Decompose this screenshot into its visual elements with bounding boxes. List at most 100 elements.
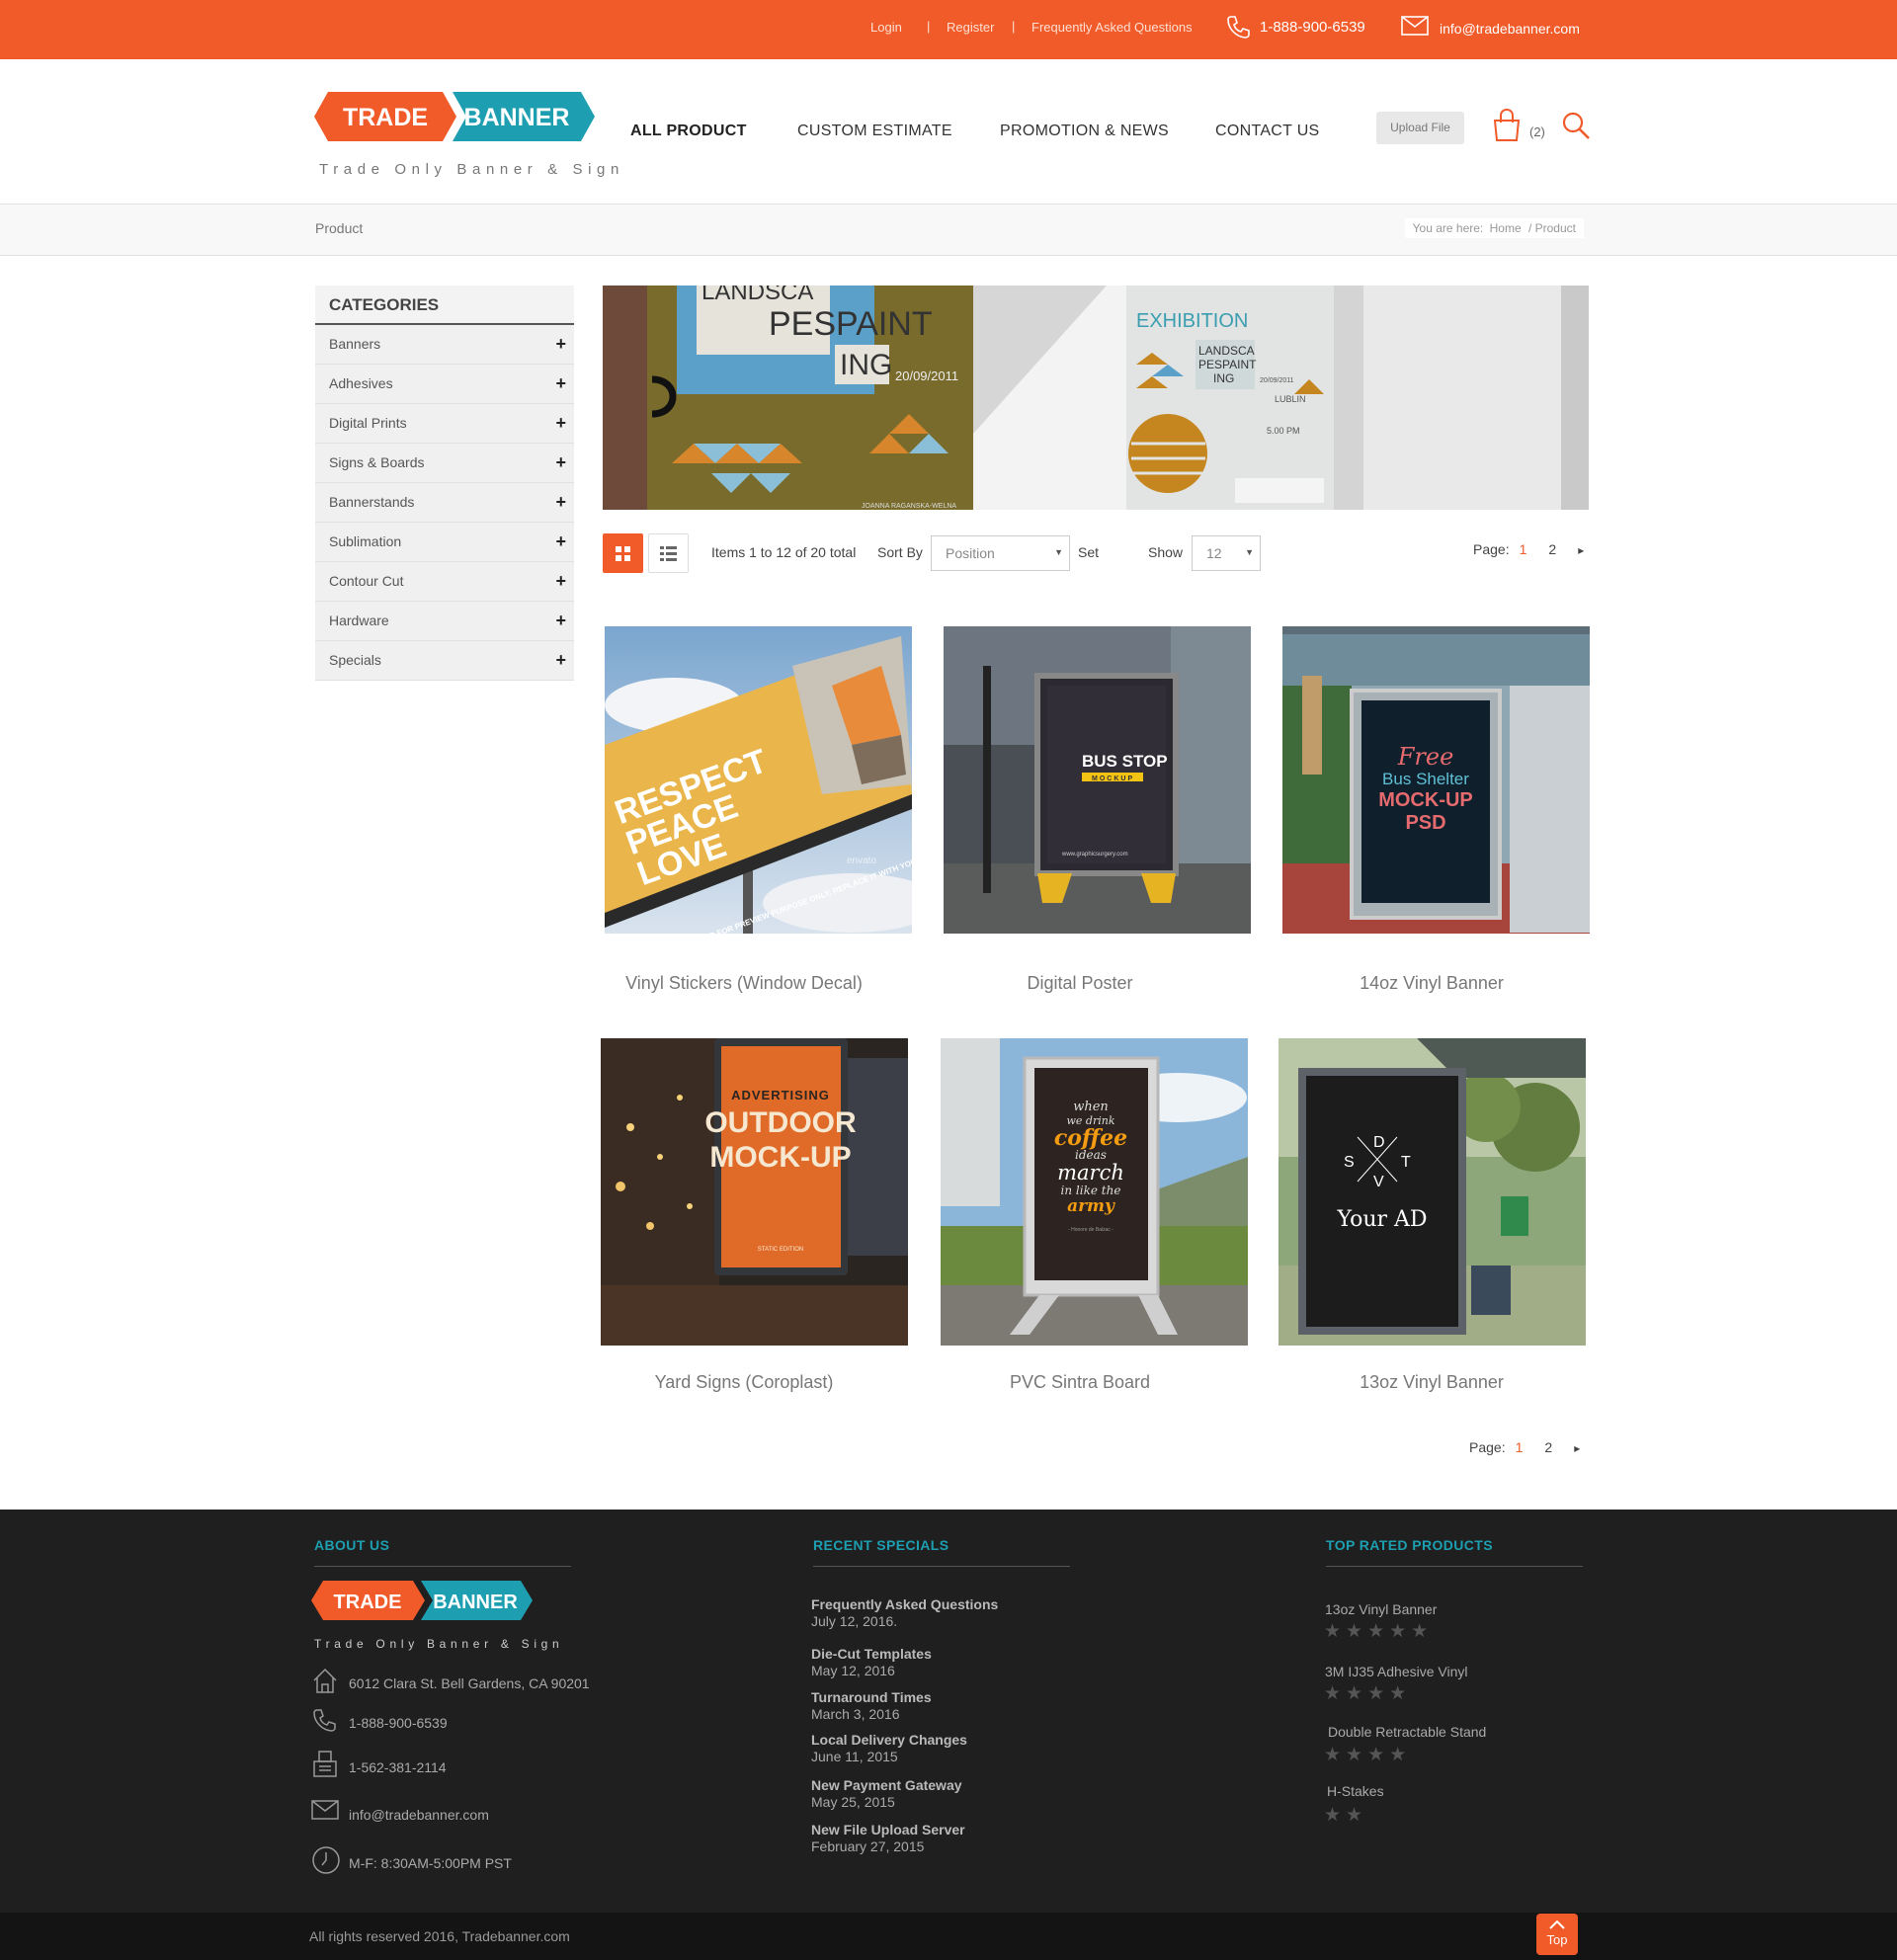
category-digital-prints[interactable]: Digital Prints + bbox=[315, 404, 574, 444]
special-title[interactable]: New File Upload Server bbox=[811, 1822, 965, 1838]
footer-email[interactable]: info@tradebanner.com bbox=[349, 1807, 489, 1823]
upload-file-button[interactable]: Upload File bbox=[1376, 112, 1464, 144]
ad-text: when bbox=[1073, 1100, 1109, 1114]
product-image-13oz-vinyl[interactable]: D S T V Your AD bbox=[1278, 1038, 1586, 1346]
product-name[interactable]: 13oz Vinyl Banner bbox=[1274, 1372, 1590, 1393]
footer-hours: M-F: 8:30AM-5:00PM PST bbox=[349, 1855, 512, 1871]
cart-count[interactable]: (2) bbox=[1529, 124, 1545, 139]
product-name[interactable]: PVC Sintra Board bbox=[922, 1372, 1238, 1393]
product-name[interactable]: Yard Signs (Coroplast) bbox=[586, 1372, 902, 1393]
divider bbox=[1326, 1566, 1583, 1567]
expand-icon[interactable]: + bbox=[555, 483, 566, 521]
poster-text: 20/09/2011 bbox=[1260, 377, 1294, 384]
expand-icon[interactable]: + bbox=[555, 562, 566, 600]
ad-text: - Honore de Balzac - bbox=[1068, 1227, 1113, 1233]
product-name[interactable]: 14oz Vinyl Banner bbox=[1274, 973, 1590, 994]
category-banners[interactable]: Banners + bbox=[315, 325, 574, 365]
special-title[interactable]: New Payment Gateway bbox=[811, 1777, 962, 1793]
expand-icon[interactable]: + bbox=[555, 365, 566, 402]
cart-icon[interactable] bbox=[1492, 109, 1522, 142]
categories-sidebar: CATEGORIES Banners + Adhesives + Digital P… bbox=[315, 286, 574, 681]
expand-icon[interactable]: + bbox=[555, 325, 566, 363]
ad-text: T bbox=[1401, 1154, 1411, 1171]
product-name[interactable]: Digital Poster bbox=[922, 973, 1238, 994]
set-direction-link[interactable]: Set bbox=[1078, 544, 1099, 560]
next-page-icon[interactable]: ▸ bbox=[1574, 1441, 1580, 1455]
rated-product-name[interactable]: 3M IJ35 Adhesive Vinyl bbox=[1325, 1664, 1468, 1679]
clock-icon bbox=[312, 1846, 340, 1874]
footer-logo[interactable]: TRADE BANNER bbox=[311, 1581, 538, 1628]
next-page-icon[interactable]: ▸ bbox=[1578, 543, 1584, 557]
breadcrumb: You are here: Home / Product bbox=[1404, 218, 1584, 238]
copyright-text: All rights reserved 2016, Tradebanner.co… bbox=[309, 1928, 570, 1944]
ad-text: MOCK-UP bbox=[709, 1141, 851, 1174]
search-icon[interactable] bbox=[1561, 111, 1591, 140]
category-label: Banners bbox=[329, 336, 381, 352]
product-name[interactable]: Vinyl Stickers (Window Decal) bbox=[586, 973, 902, 994]
category-hardware[interactable]: Hardware + bbox=[315, 602, 574, 641]
special-date: March 3, 2016 bbox=[811, 1706, 900, 1722]
footer-phone[interactable]: 1-888-900-6539 bbox=[349, 1715, 448, 1731]
category-contour-cut[interactable]: Contour Cut + bbox=[315, 562, 574, 602]
rated-product-name[interactable]: H-Stakes bbox=[1327, 1783, 1384, 1799]
rated-product-name[interactable]: Double Retractable Stand bbox=[1328, 1724, 1486, 1740]
ad-text: V bbox=[1373, 1174, 1384, 1190]
special-title[interactable]: Turnaround Times bbox=[811, 1689, 932, 1705]
poster-text: EXHIBITION bbox=[1136, 310, 1248, 332]
expand-icon[interactable]: + bbox=[555, 602, 566, 639]
nav-contact-us[interactable]: CONTACT US bbox=[1215, 122, 1320, 140]
expand-icon[interactable]: + bbox=[555, 404, 566, 442]
product-image-14oz-vinyl[interactable]: Free Bus Shelter MOCK-UP PSD bbox=[1282, 626, 1590, 934]
product-image-vinyl-stickers[interactable]: RESPECT PEACE LOVE THIS IS EXAMPLE AD FO… bbox=[605, 626, 912, 934]
page-1-link[interactable]: 1 bbox=[1516, 1439, 1524, 1455]
grid-view-button[interactable] bbox=[603, 533, 643, 573]
expand-icon[interactable]: + bbox=[555, 444, 566, 481]
ad-text: MOCKUP bbox=[1092, 776, 1134, 782]
page-1-link[interactable]: 1 bbox=[1520, 541, 1527, 557]
sort-select[interactable]: Position ▼ bbox=[931, 535, 1070, 571]
category-signs-boards[interactable]: Signs & Boards + bbox=[315, 444, 574, 483]
category-label: Contour Cut bbox=[329, 573, 404, 589]
special-date: June 11, 2015 bbox=[811, 1749, 898, 1764]
expand-icon[interactable]: + bbox=[555, 641, 566, 679]
nav-promotion-news[interactable]: PROMOTION & NEWS bbox=[1000, 122, 1169, 140]
page-label: Page: bbox=[1469, 1439, 1506, 1455]
product-image-yard-signs[interactable]: ADVERTISING OUTDOOR MOCK-UP STATIC EDITI… bbox=[601, 1038, 908, 1346]
show-limit-value: 12 bbox=[1206, 545, 1222, 561]
category-label: Sublimation bbox=[329, 533, 402, 549]
special-title[interactable]: Frequently Asked Questions bbox=[811, 1596, 998, 1612]
category-sublimation[interactable]: Sublimation + bbox=[315, 523, 574, 562]
ad-text: D bbox=[1373, 1134, 1385, 1151]
register-link[interactable]: Register bbox=[947, 20, 994, 35]
login-link[interactable]: Login bbox=[870, 20, 902, 35]
site-header: TRADE BANNER Trade Only Banner & Sign AL… bbox=[0, 59, 1897, 204]
page-2-link[interactable]: 2 bbox=[1548, 541, 1556, 557]
email-address[interactable]: info@tradebanner.com bbox=[1440, 21, 1580, 37]
category-specials[interactable]: Specials + bbox=[315, 641, 574, 681]
special-title[interactable]: Local Delivery Changes bbox=[811, 1732, 967, 1748]
special-title[interactable]: Die-Cut Templates bbox=[811, 1646, 932, 1662]
show-limit-select[interactable]: 12 ▼ bbox=[1192, 535, 1261, 571]
hero-poster-photo: LANDSCA PESPAINT ING 20/09/2011 JOANNA R… bbox=[603, 286, 1589, 510]
product-image-digital-poster[interactable]: BUS STOP MOCKUP www.graphicsurgery.com bbox=[944, 626, 1251, 934]
nav-custom-estimate[interactable]: CUSTOM ESTIMATE bbox=[797, 122, 952, 140]
nav-all-product[interactable]: ALL PRODUCT bbox=[630, 122, 747, 140]
ad-text: march bbox=[1057, 1161, 1124, 1184]
phone-number[interactable]: 1-888-900-6539 bbox=[1260, 19, 1365, 36]
expand-icon[interactable]: + bbox=[555, 523, 566, 560]
list-view-button[interactable] bbox=[648, 533, 689, 573]
category-adhesives[interactable]: Adhesives + bbox=[315, 365, 574, 404]
faq-link[interactable]: Frequently Asked Questions bbox=[1031, 20, 1193, 35]
page-2-link[interactable]: 2 bbox=[1544, 1439, 1552, 1455]
watermark-text: envato bbox=[847, 856, 876, 866]
breadcrumb-home[interactable]: Home bbox=[1490, 221, 1522, 235]
category-label: Specials bbox=[329, 652, 381, 668]
category-bannerstands[interactable]: Bannerstands + bbox=[315, 483, 574, 523]
copyright-bar: All rights reserved 2016, Tradebanner.co… bbox=[0, 1913, 1897, 1960]
ad-text: army bbox=[1067, 1196, 1115, 1216]
poster-text: LANDSCA bbox=[1198, 344, 1255, 358]
back-to-top-button[interactable]: Top bbox=[1536, 1914, 1578, 1955]
category-label: Bannerstands bbox=[329, 494, 415, 510]
product-image-pvc-sintra[interactable]: when we drink coffee ideas march in like… bbox=[941, 1038, 1248, 1346]
rated-product-name[interactable]: 13oz Vinyl Banner bbox=[1325, 1601, 1437, 1617]
